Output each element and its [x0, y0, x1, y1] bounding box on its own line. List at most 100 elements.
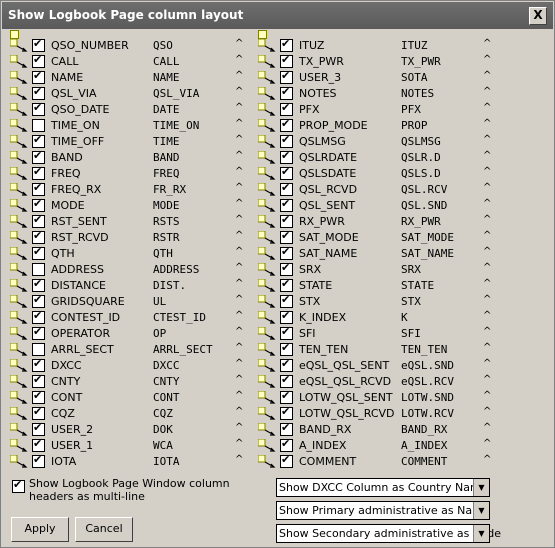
- column-header-name[interactable]: SOTA: [401, 71, 428, 84]
- drag-handle-icon[interactable]: [257, 374, 276, 389]
- drag-handle-icon[interactable]: [9, 214, 28, 229]
- column-header-name[interactable]: QSO: [153, 39, 173, 52]
- column-row[interactable]: BAND BAND ^: [9, 149, 250, 166]
- caret-icon[interactable]: ^: [483, 102, 491, 113]
- drag-handle-icon[interactable]: [9, 294, 28, 309]
- drag-handle-icon[interactable]: [257, 182, 276, 197]
- column-row[interactable]: QSL_RCVD QSL.RCV ^: [257, 181, 498, 198]
- column-row[interactable]: STATE STATE ^: [257, 277, 498, 294]
- column-header-name[interactable]: TIME: [153, 135, 180, 148]
- drag-handle-icon[interactable]: [9, 198, 28, 213]
- column-visible-checkbox[interactable]: [280, 293, 293, 308]
- column-row[interactable]: FREQ FREQ ^: [9, 165, 250, 182]
- column-visible-checkbox[interactable]: [280, 53, 293, 68]
- drag-handle-icon[interactable]: [257, 246, 276, 261]
- column-visible-checkbox[interactable]: [280, 437, 293, 452]
- column-visible-checkbox[interactable]: [280, 261, 293, 276]
- caret-icon[interactable]: ^: [483, 182, 491, 193]
- column-header-name[interactable]: UL: [153, 295, 166, 308]
- caret-icon[interactable]: ^: [235, 230, 243, 241]
- column-row[interactable]: USER_2 DOK ^: [9, 421, 250, 438]
- column-visible-checkbox[interactable]: [32, 245, 45, 260]
- column-row[interactable]: TIME_ON TIME_ON ^: [9, 118, 250, 134]
- column-row[interactable]: QSL_SENT QSL.SND ^: [257, 197, 498, 214]
- column-header-name[interactable]: BAND_RX: [401, 423, 447, 436]
- dropdown-arrow-icon[interactable]: ▼: [473, 502, 489, 519]
- column-row[interactable]: PFX PFX ^: [257, 101, 498, 118]
- column-visible-checkbox[interactable]: [32, 119, 45, 132]
- caret-icon[interactable]: ^: [483, 278, 491, 289]
- column-header-name[interactable]: FREQ: [153, 167, 180, 180]
- column-visible-checkbox[interactable]: [280, 373, 293, 388]
- primary-admin-select[interactable]: Show Primary administrative as Name ▼: [276, 501, 490, 520]
- column-header-name[interactable]: COMMENT: [401, 455, 447, 468]
- column-header-name[interactable]: TIME_ON: [153, 119, 199, 132]
- column-visible-checkbox[interactable]: [280, 197, 293, 212]
- column-header-name[interactable]: SFI: [401, 327, 421, 340]
- column-visible-checkbox[interactable]: [280, 453, 293, 468]
- drag-handle-icon[interactable]: [9, 422, 28, 437]
- caret-icon[interactable]: ^: [235, 342, 243, 353]
- column-row[interactable]: TX_PWR TX_PWR ^: [257, 53, 498, 70]
- drag-handle-icon[interactable]: [257, 54, 276, 69]
- caret-icon[interactable]: ^: [235, 166, 243, 177]
- caret-icon[interactable]: ^: [235, 358, 243, 369]
- column-header-name[interactable]: K: [401, 311, 408, 324]
- column-visible-checkbox[interactable]: [32, 229, 45, 244]
- column-row[interactable]: SRX SRX ^: [257, 261, 498, 278]
- drag-handle-icon[interactable]: [9, 38, 28, 53]
- drag-handle-icon[interactable]: [9, 374, 28, 389]
- column-row[interactable]: CONTEST_ID CTEST_ID ^: [9, 309, 250, 326]
- column-header-name[interactable]: QSLMSG: [401, 135, 441, 148]
- drag-handle-icon[interactable]: [9, 326, 28, 341]
- drag-handle-icon[interactable]: [257, 342, 276, 357]
- column-header-name[interactable]: NAME: [153, 71, 180, 84]
- column-row[interactable]: BAND_RX BAND_RX ^: [257, 421, 498, 438]
- column-visible-checkbox[interactable]: [32, 421, 45, 436]
- caret-icon[interactable]: ^: [483, 262, 491, 273]
- caret-icon[interactable]: ^: [483, 198, 491, 209]
- drag-handle-icon[interactable]: [257, 166, 276, 181]
- column-visible-checkbox[interactable]: [32, 133, 45, 148]
- caret-icon[interactable]: ^: [483, 38, 491, 49]
- column-header-name[interactable]: CONT: [153, 391, 180, 404]
- column-visible-checkbox[interactable]: [280, 85, 293, 100]
- column-row[interactable]: RST_SENT RSTS ^: [9, 213, 250, 230]
- caret-icon[interactable]: ^: [235, 262, 243, 273]
- column-visible-checkbox[interactable]: [32, 437, 45, 452]
- column-row[interactable]: NOTES NOTES ^: [257, 85, 498, 102]
- caret-icon[interactable]: ^: [235, 294, 243, 305]
- column-header-name[interactable]: CNTY: [153, 375, 180, 388]
- column-row[interactable]: QSLMSG QSLMSG ^: [257, 133, 498, 150]
- column-header-name[interactable]: CQZ: [153, 407, 173, 420]
- column-visible-checkbox[interactable]: [280, 325, 293, 340]
- column-header-name[interactable]: SAT_MODE: [401, 231, 454, 244]
- caret-icon[interactable]: ^: [483, 214, 491, 225]
- column-row[interactable]: NAME NAME ^: [9, 69, 250, 86]
- column-header-name[interactable]: A_INDEX: [401, 439, 447, 452]
- column-header-name[interactable]: QTH: [153, 247, 173, 260]
- column-visible-checkbox[interactable]: [32, 453, 45, 468]
- caret-icon[interactable]: ^: [235, 38, 243, 49]
- drag-handle-icon[interactable]: [9, 102, 28, 117]
- column-visible-checkbox[interactable]: [280, 117, 293, 132]
- column-header-name[interactable]: RX_PWR: [401, 215, 441, 228]
- column-header-name[interactable]: PROP: [401, 119, 428, 132]
- drag-handle-icon[interactable]: [9, 262, 28, 277]
- column-visible-checkbox[interactable]: [280, 357, 293, 372]
- column-visible-checkbox[interactable]: [32, 389, 45, 404]
- close-button[interactable]: X: [529, 7, 547, 25]
- caret-icon[interactable]: ^: [235, 86, 243, 97]
- drag-handle-icon[interactable]: [9, 86, 28, 101]
- caret-icon[interactable]: ^: [483, 70, 491, 81]
- column-header-name[interactable]: STX: [401, 295, 421, 308]
- column-header-name[interactable]: QSL.SND: [401, 199, 447, 212]
- column-row[interactable]: SFI SFI ^: [257, 325, 498, 342]
- caret-icon[interactable]: ^: [483, 342, 491, 353]
- drag-handle-icon[interactable]: [257, 438, 276, 453]
- column-row[interactable]: QSO_DATE DATE ^: [9, 101, 250, 118]
- drag-handle-icon[interactable]: [257, 294, 276, 309]
- caret-icon[interactable]: ^: [235, 406, 243, 417]
- drag-handle-icon[interactable]: [257, 278, 276, 293]
- column-visible-checkbox[interactable]: [32, 277, 45, 292]
